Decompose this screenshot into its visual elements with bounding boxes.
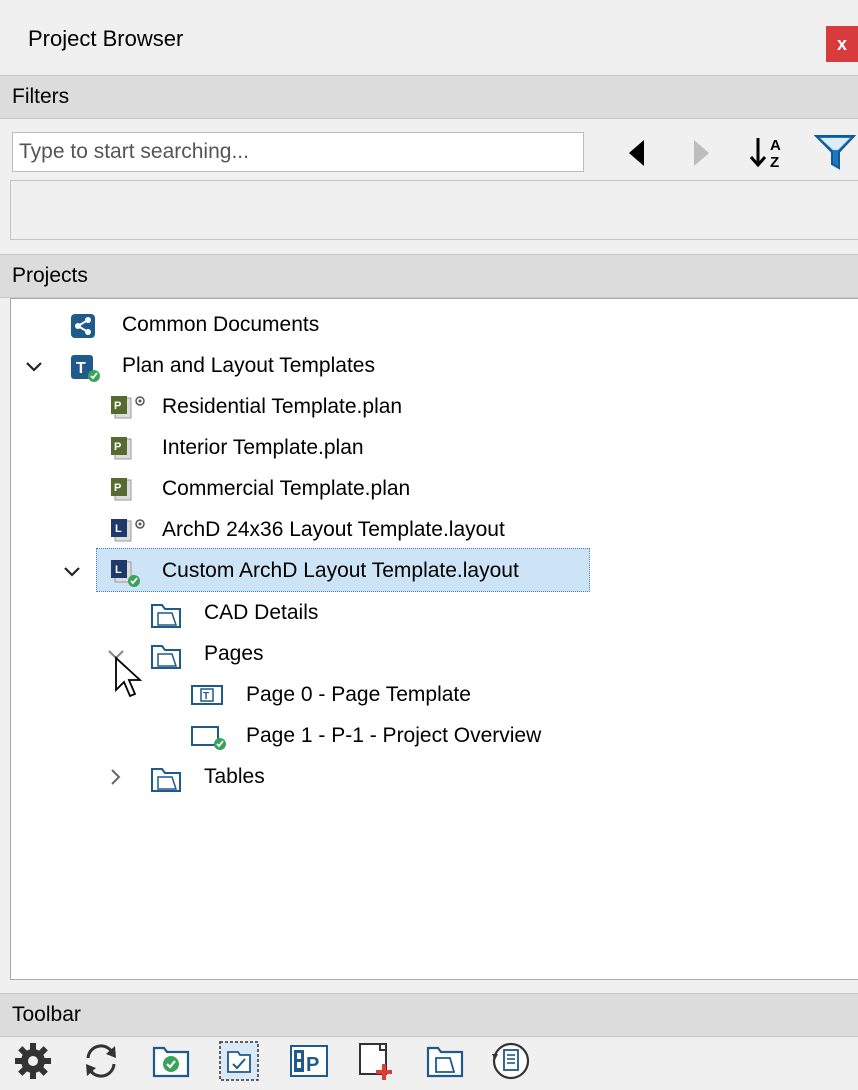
svg-text:T: T [203,691,209,702]
tree-item-label: Tables [204,765,265,788]
refresh-icon[interactable] [80,1040,122,1082]
tree-item-label: ArchD 24x36 Layout Template.layout [162,518,505,541]
tree-item-label: CAD Details [204,601,319,624]
toolbar-header-label: Toolbar [12,1003,81,1026]
share-icon [71,314,95,338]
tree-item-residential-template[interactable]: P Residential Template.plan [0,387,858,427]
template-folder-icon: T [71,355,100,382]
layout-file-icon: L [111,519,145,542]
tree-item-common-documents[interactable]: Common Documents [0,305,858,345]
tree-item-label: Custom ArchD Layout Template.layout [162,559,519,582]
tree-item-tables[interactable]: Tables [0,757,858,797]
svg-text:A: A [770,137,781,154]
projects-header: Projects [0,254,858,298]
svg-text:P: P [114,400,121,412]
chevron-down-icon[interactable] [24,346,44,386]
tree-item-page-1[interactable]: Page 1 - P-1 - Project Overview [0,716,858,756]
tree-item-label: Residential Template.plan [162,395,403,418]
back-arrow-icon[interactable] [626,138,648,168]
folder-icon [151,768,181,792]
forward-arrow-icon[interactable] [690,138,712,168]
tree-item-commercial-template[interactable]: P Commercial Template.plan [0,469,858,509]
tree-item-cad-details[interactable]: CAD Details [0,593,858,633]
add-page-icon[interactable] [356,1040,398,1082]
tree-item-label: Plan and Layout Templates [122,354,375,377]
tree-item-label: Pages [204,642,264,665]
svg-text:P: P [114,441,121,453]
layout-file-icon: L [111,560,140,587]
tree-item-label: Interior Template.plan [162,436,364,459]
window-title: Project Browser [28,26,184,51]
toolbar-header: Toolbar [0,993,858,1037]
tree-item-label: Common Documents [122,313,320,336]
chevron-down-icon[interactable] [62,551,82,591]
new-folder-icon[interactable] [424,1040,466,1082]
sort-az-icon[interactable]: A Z [748,132,790,172]
tree-item-label: Page 0 - Page Template [246,683,471,706]
filters-header: Filters [0,75,858,119]
active-filters-area [10,180,858,240]
plan-file-icon: P [111,396,145,419]
folder-icon [151,645,181,669]
gear-icon[interactable] [12,1040,54,1082]
svg-text:P: P [114,482,121,494]
projects-header-label: Projects [12,264,88,287]
plan-file-icon: P [111,478,132,501]
page-icon [191,726,226,750]
select-page-icon[interactable] [218,1040,260,1082]
tree-item-interior-template[interactable]: P Interior Template.plan [0,428,858,468]
tree-item-label: Commercial Template.plan [162,477,411,500]
tree-item-archd-layout-template[interactable]: L ArchD 24x36 Layout Template.layout [0,510,858,550]
file-history-icon[interactable] [490,1040,532,1082]
search-input[interactable] [12,132,584,172]
svg-text:Z: Z [770,154,779,171]
tree-item-custom-archd-layout-template[interactable]: L Custom ArchD Layout Template.layout [0,551,858,591]
plan-file-icon: P [111,437,132,460]
svg-text:T: T [76,360,86,377]
tree-item-page-0[interactable]: T Page 0 - Page Template [0,675,858,715]
page-template-icon: T [191,685,223,705]
svg-text:L: L [115,564,122,576]
svg-text:P: P [306,1054,319,1076]
title-bar: Project Browser x [0,0,858,74]
filter-funnel-icon[interactable] [814,132,858,174]
plan-layout-icon[interactable]: P [288,1040,330,1082]
tree-item-label: Page 1 - P-1 - Project Overview [246,724,542,747]
folder-icon [151,604,181,628]
chevron-right-icon[interactable] [106,757,126,797]
open-project-icon[interactable] [150,1040,192,1082]
close-button[interactable]: x [826,26,858,62]
svg-text:L: L [115,523,122,535]
tree-item-plan-layout-templates[interactable]: T Plan and Layout Templates [0,346,858,386]
filters-header-label: Filters [12,85,70,108]
